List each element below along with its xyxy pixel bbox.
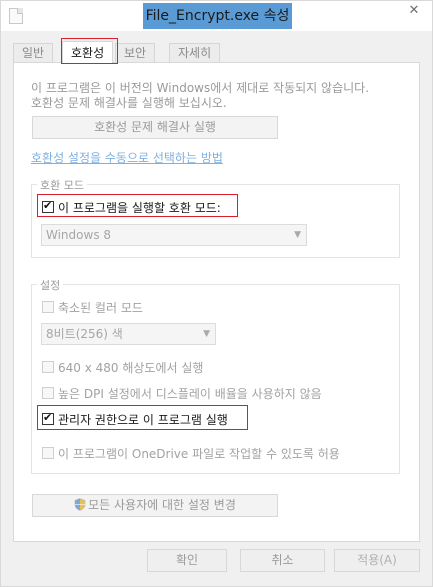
apply-button[interactable]: 적용(A) [334, 549, 420, 572]
file-icon [9, 8, 23, 24]
chevron-down-icon: ▼ [203, 329, 210, 339]
annotation-box-compat-mode [37, 194, 238, 217]
res-640-checkbox[interactable] [42, 361, 54, 373]
change-settings-all-users-button[interactable]: 모든 사용자에 대한 설정 변경 [32, 494, 278, 517]
compat-os-dropdown[interactable]: Windows 8 ▼ [41, 224, 307, 246]
title-bar[interactable]: File_Encrypt.exe 속성 ✕ [1, 1, 432, 31]
annotation-box-run-as-admin [37, 405, 248, 430]
compat-mode-group-label: 호환 모드 [37, 177, 87, 193]
high-dpi-checkbox[interactable] [42, 387, 54, 399]
settings-group-label: 설정 [37, 277, 64, 293]
high-dpi-label: 높은 DPI 설정에서 디스플레이 배율을 사용하지 않음 [58, 387, 322, 401]
res-640-label: 640 x 480 해상도에서 실행 [58, 361, 204, 375]
ok-button[interactable]: 확인 [147, 549, 227, 572]
manual-settings-link[interactable]: 호환성 설정을 수동으로 선택하는 방법 [31, 149, 223, 166]
info-text-line2: 호환성 문제 해결사를 실행해 보십시오. [31, 96, 227, 110]
color-depth-dropdown[interactable]: 8비트(256) 색 ▼ [41, 323, 216, 345]
uac-shield-icon [74, 498, 86, 511]
tab-general[interactable]: 일반 [13, 43, 54, 63]
cancel-button[interactable]: 취소 [240, 549, 325, 572]
color-depth-value: 8비트(256) 색 [46, 327, 123, 341]
window-title: File_Encrypt.exe 속성 [143, 3, 292, 29]
onedrive-checkbox[interactable] [42, 447, 54, 459]
reduced-color-checkbox[interactable] [42, 301, 54, 313]
close-icon[interactable]: ✕ [400, 1, 428, 21]
chevron-down-icon: ▼ [294, 230, 301, 240]
run-troubleshooter-button[interactable]: 호환성 문제 해결사 실행 [32, 116, 278, 139]
onedrive-label: 이 프로그램이 OneDrive 파일로 작업할 수 있도록 허용 [58, 447, 340, 461]
tab-details[interactable]: 자세히 [169, 43, 221, 63]
properties-window: File_Encrypt.exe 속성 ✕ 일반 호환성 보안 자세히 이 프로… [0, 0, 433, 587]
compat-os-value: Windows 8 [46, 228, 112, 242]
reduced-color-label: 축소된 컬러 모드 [58, 301, 143, 315]
annotation-box-compat-tab [61, 38, 118, 64]
tab-security[interactable]: 보안 [115, 43, 156, 63]
all-users-button-label: 모든 사용자에 대한 설정 변경 [88, 498, 236, 512]
